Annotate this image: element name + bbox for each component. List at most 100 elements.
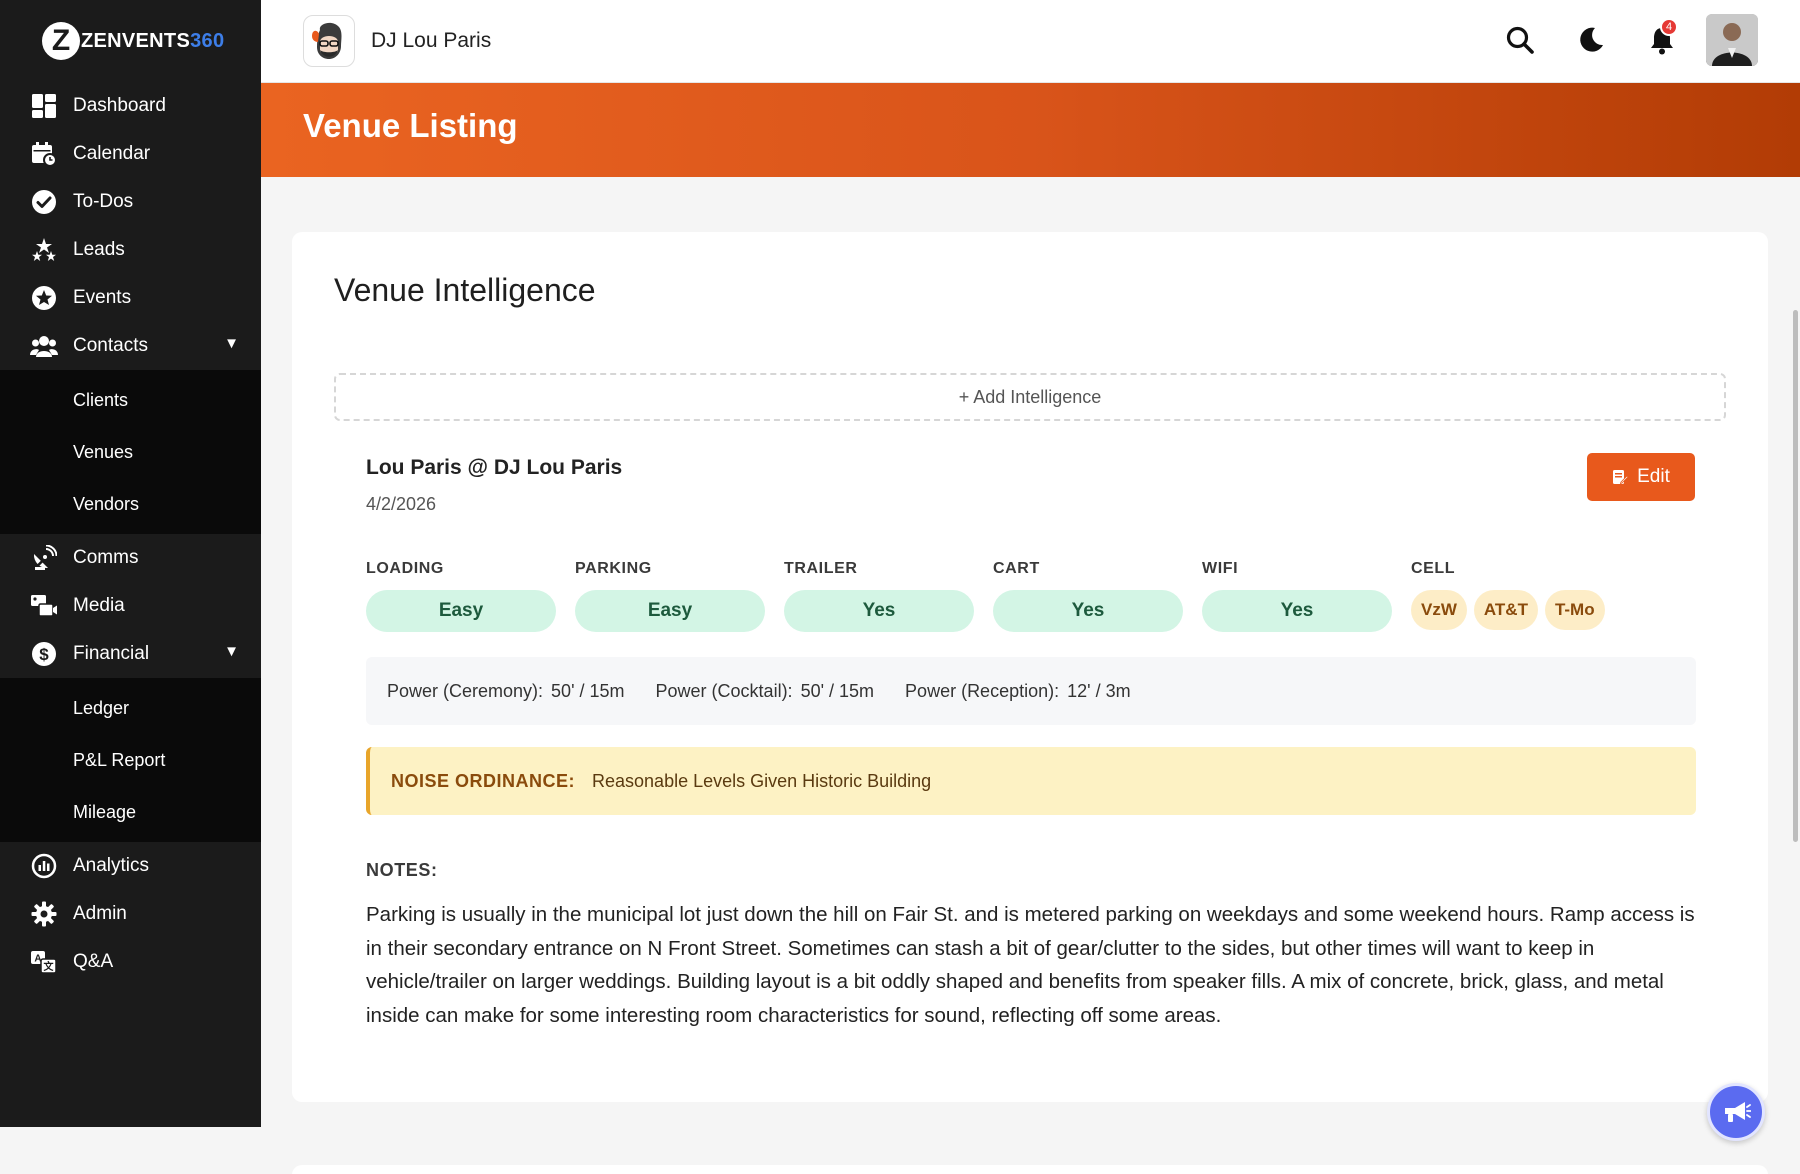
star-circle-icon [30, 284, 58, 312]
sidebar-subitem-vendors[interactable]: Vendors [0, 478, 261, 530]
sidebar-subitem-mileage[interactable]: Mileage [0, 786, 261, 838]
power-reception: Power (Reception): 12' / 3m [905, 681, 1131, 702]
sidebar-item-todos[interactable]: To-Dos [0, 178, 261, 226]
sidebar-subitem-clients[interactable]: Clients [0, 374, 261, 426]
satellite-dish-icon [30, 544, 58, 572]
chart-gauge-icon [30, 852, 58, 880]
attr-value-pill: Yes [993, 590, 1183, 632]
attr-parking: PARKING Easy [575, 560, 765, 632]
sidebar-item-comms[interactable]: Comms [0, 534, 261, 582]
financial-submenu: Ledger P&L Report Mileage [0, 678, 261, 842]
power-label: Power (Cocktail): [655, 680, 793, 701]
chevron-down-icon[interactable]: ▼ [224, 643, 239, 660]
power-value: 12' / 3m [1067, 680, 1131, 701]
attr-label: PARKING [575, 560, 652, 577]
sidebar-item-media[interactable]: Media [0, 582, 261, 630]
app-logo[interactable]: Z ZENVENTS360 [0, 0, 261, 82]
sidebar-item-label: To-Dos [73, 191, 134, 212]
sidebar-item-leads[interactable]: Leads [0, 226, 261, 274]
sidebar-item-admin[interactable]: Admin [0, 890, 261, 938]
svg-text:$: $ [39, 645, 49, 664]
user-avatar[interactable] [1706, 14, 1758, 66]
top-bar: DJ Lou Paris 4 [261, 0, 1800, 83]
sidebar-item-dashboard[interactable]: Dashboard [0, 82, 261, 130]
language-icon: A文 [30, 948, 58, 976]
power-cocktail: Power (Cocktail): 50' / 15m [656, 681, 875, 702]
attr-label: LOADING [366, 560, 444, 577]
stars-icon [30, 236, 58, 264]
sidebar-subitem-venues[interactable]: Venues [0, 426, 261, 478]
sidebar-item-label: Events [73, 287, 132, 308]
scrollbar-thumb[interactable] [1793, 310, 1798, 842]
power-value: 50' / 15m [551, 680, 625, 701]
sidebar-item-label: Calendar [73, 143, 151, 164]
attr-wifi: WIFI Yes [1202, 560, 1392, 632]
dollar-circle-icon: $ [30, 640, 58, 668]
search-icon [1506, 26, 1534, 54]
power-label: Power (Reception): [905, 680, 1060, 701]
power-info: Power (Ceremony): 50' / 15m Power (Cockta… [366, 657, 1696, 725]
dark-mode-toggle[interactable] [1571, 20, 1611, 60]
power-label: Power (Ceremony): [387, 680, 544, 701]
announcement-button[interactable] [1707, 1083, 1765, 1141]
sidebar-item-label: Media [73, 595, 125, 616]
sidebar-item-label: Q&A [73, 951, 114, 972]
notifications-button[interactable]: 4 [1642, 18, 1682, 60]
attr-label: CELL [1411, 560, 1456, 577]
attr-value-pill: Easy [575, 590, 765, 632]
chevron-down-icon[interactable]: ▼ [224, 335, 239, 352]
check-circle-icon [30, 188, 58, 216]
sidebar-item-label: Admin [73, 903, 127, 924]
top-actions: 4 [1469, 14, 1758, 66]
business-avatar [303, 15, 355, 67]
dashboard-icon [30, 92, 58, 120]
noise-label: NOISE ORDINANCE: [391, 770, 576, 791]
notification-badge: 4 [1660, 18, 1678, 36]
carrier-pill: AT&T [1473, 590, 1538, 630]
sidebar-item-label: Contacts [73, 335, 148, 356]
venue-intelligence-card: Venue Intelligence + Add Intelligence Lo… [292, 232, 1768, 1102]
logo-mark: Z [42, 22, 80, 60]
next-card [292, 1165, 1768, 1174]
add-intelligence-button[interactable]: + Add Intelligence [334, 373, 1726, 421]
business-brand[interactable]: DJ Lou Paris [303, 15, 491, 67]
sidebar-item-label: Financial [73, 643, 150, 664]
sidebar-item-analytics[interactable]: Analytics [0, 842, 261, 890]
gear-icon [30, 900, 58, 928]
attr-trailer: TRAILER Yes [784, 560, 974, 632]
search-button[interactable] [1500, 20, 1540, 60]
sidebar-item-events[interactable]: Events [0, 274, 261, 322]
megaphone-icon [1725, 1102, 1751, 1122]
noise-value: Reasonable Levels Given Historic Buildin… [592, 770, 932, 791]
carrier-pill: T-Mo [1544, 590, 1605, 630]
users-icon [30, 332, 58, 360]
attr-label: CART [993, 560, 1040, 577]
sidebar-item-contacts[interactable]: Contacts ▼ [0, 322, 261, 370]
power-ceremony: Power (Ceremony): 50' / 15m [387, 681, 625, 702]
noise-ordinance-callout: NOISE ORDINANCE: Reasonable Levels Given… [366, 747, 1696, 815]
attr-loading: LOADING Easy [366, 560, 556, 632]
logo-main-text: ZENVENTS [81, 29, 191, 52]
sidebar-item-financial[interactable]: $ Financial ▼ [0, 630, 261, 678]
moon-icon [1580, 27, 1603, 52]
sidebar-subitem-ledger[interactable]: Ledger [0, 682, 261, 734]
logo-wordmark: ZENVENTS360 [81, 30, 224, 53]
attr-value-pill: Yes [1202, 590, 1392, 632]
sidebar-subitem-pl-report[interactable]: P&L Report [0, 734, 261, 786]
sidebar-item-qa[interactable]: A文 Q&A [0, 938, 261, 986]
logo-accent-text: 360 [190, 29, 225, 52]
contacts-submenu: Clients Venues Vendors [0, 370, 261, 534]
page-title: Venue Listing [303, 107, 518, 144]
sidebar-item-calendar[interactable]: Calendar [0, 130, 261, 178]
section-title: Venue Intelligence [334, 272, 596, 308]
edit-button[interactable]: Edit [1587, 453, 1695, 501]
attr-label: TRAILER [784, 560, 858, 577]
svg-text:文: 文 [44, 960, 55, 973]
calendar-icon [30, 140, 58, 168]
svg-text:A: A [34, 954, 41, 965]
sidebar-item-label: Leads [73, 239, 125, 260]
entry-date: 4/2/2026 [366, 494, 437, 514]
carrier-pill: VzW [1411, 590, 1467, 630]
notes-label: NOTES: [366, 860, 438, 880]
notes-text: Parking is usually in the municipal lot … [366, 903, 1695, 1027]
